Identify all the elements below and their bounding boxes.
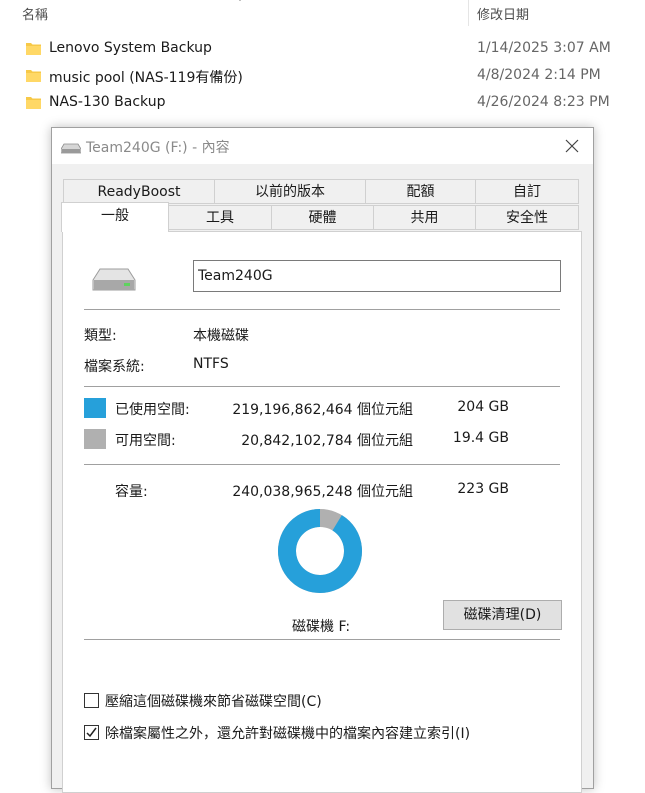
capacity-bytes: 240,038,965,248 個位元組 (232, 484, 413, 500)
used-space-swatch (84, 398, 106, 418)
capacity-size: 223 GB (457, 481, 509, 497)
drive-letter-label: 磁碟機 F: (292, 619, 351, 635)
file-name: music pool (NAS-119有備份) (49, 70, 243, 86)
dialog-titlebar[interactable]: Team240G (F:) - 內容 (52, 128, 593, 164)
file-date: 1/14/2025 3:07 AM (477, 40, 611, 56)
free-space-bytes: 20,842,102,784 個位元組 (241, 433, 413, 449)
file-date: 4/8/2024 2:14 PM (477, 67, 601, 83)
compress-label[interactable]: 壓縮這個磁碟機來節省磁碟空間(C) (105, 691, 322, 711)
file-name: NAS-130 Backup (49, 94, 166, 110)
tab-customize[interactable]: 自訂 (475, 179, 579, 204)
sort-chevron-icon (239, 0, 241, 1)
used-space-bytes: 219,196,862,464 個位元組 (232, 402, 413, 418)
close-icon (565, 139, 579, 153)
file-row[interactable]: NAS-130 Backup 4/26/2024 8:23 PM (0, 91, 645, 115)
divider (84, 386, 560, 387)
tab-sharing[interactable]: 共用 (373, 205, 476, 230)
filesystem-label: 檔案系統: (84, 359, 145, 375)
column-separator[interactable] (468, 0, 469, 26)
capacity-label: 容量: (115, 484, 148, 500)
tab-security[interactable]: 安全性 (475, 205, 579, 230)
divider (84, 639, 560, 640)
used-space-arc (278, 509, 362, 593)
type-value: 本機磁碟 (193, 328, 249, 344)
drive-icon (61, 143, 81, 154)
folder-icon (26, 70, 41, 82)
type-label: 類型: (84, 328, 117, 344)
used-space-size: 204 GB (457, 399, 509, 415)
general-panel: 類型: 本機磁碟 檔案系統: NTFS 已使用空間: 219,196,862,4… (62, 231, 582, 793)
folder-icon (26, 97, 41, 109)
folder-icon (26, 43, 41, 55)
tab-previous-versions[interactable]: 以前的版本 (214, 179, 366, 204)
file-row[interactable]: music pool (NAS-119有備份) 4/8/2024 2:14 PM (0, 64, 645, 88)
dialog-title: Team240G (F:) - 內容 (86, 140, 230, 156)
checkmark-icon (86, 727, 97, 738)
drive-name-input[interactable] (193, 260, 561, 292)
compress-checkbox[interactable] (84, 693, 99, 708)
column-header-name[interactable]: 名稱 (22, 4, 48, 23)
divider (84, 309, 560, 310)
file-name: Lenovo System Backup (49, 40, 212, 56)
tab-readyboost[interactable]: ReadyBoost (63, 179, 215, 204)
free-space-swatch (84, 429, 106, 449)
drive-icon (92, 268, 136, 291)
usage-donut-chart (278, 509, 362, 593)
filesystem-value: NTFS (193, 356, 229, 372)
used-space-label: 已使用空間: (115, 402, 190, 418)
file-date: 4/26/2024 8:23 PM (477, 94, 610, 110)
close-button[interactable] (551, 128, 593, 164)
tab-tools[interactable]: 工具 (168, 205, 272, 230)
column-header-date-modified[interactable]: 修改日期 (477, 4, 529, 23)
tab-hardware[interactable]: 硬體 (271, 205, 374, 230)
file-row[interactable]: Lenovo System Backup 1/14/2025 3:07 AM (0, 37, 645, 61)
index-checkbox[interactable] (84, 725, 99, 740)
properties-dialog: Team240G (F:) - 內容 ReadyBoost 以前的版本 配額 自… (51, 127, 594, 793)
free-space-size: 19.4 GB (452, 430, 509, 446)
tab-general[interactable]: 一般 (61, 202, 169, 232)
free-space-label: 可用空間: (115, 433, 176, 449)
disk-cleanup-button[interactable]: 磁碟清理(D) (443, 600, 562, 630)
divider (84, 464, 560, 465)
index-label[interactable]: 除檔案屬性之外，還允許對磁碟機中的檔案內容建立索引(I) (105, 723, 470, 743)
tab-quota[interactable]: 配額 (365, 179, 476, 204)
